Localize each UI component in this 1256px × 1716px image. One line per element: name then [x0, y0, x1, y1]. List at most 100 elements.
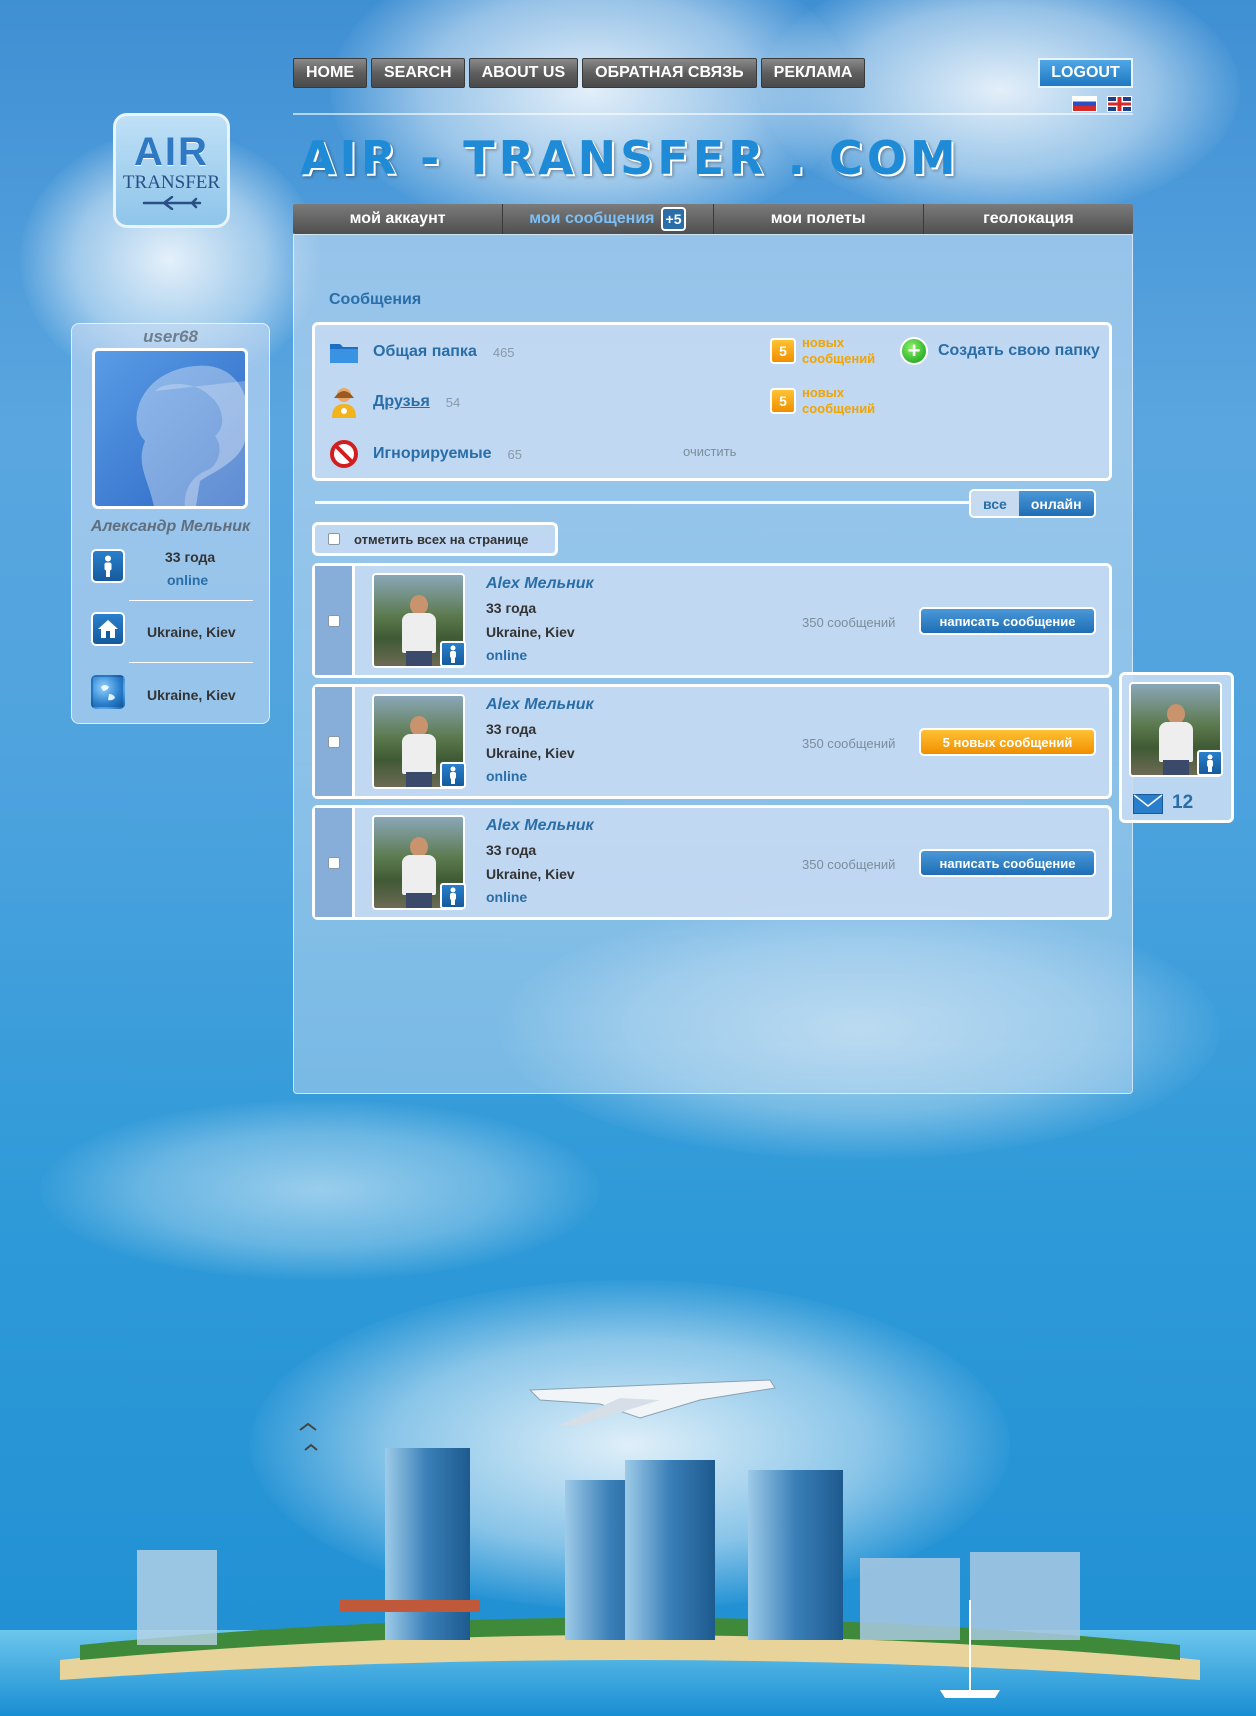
profile-age: 33 года [165, 549, 216, 565]
folder-count: 54 [445, 394, 461, 410]
contact-message-count: 350 сообщений [802, 736, 896, 751]
contact-row: Alex Мельник 33 года Ukraine, Kiev onlin… [312, 563, 1112, 678]
general-new-badge[interactable]: 5 новых сообщений [770, 335, 882, 367]
new-count: 5 [770, 338, 796, 364]
friends-icon [329, 387, 359, 418]
row-checkbox-cell [315, 687, 355, 796]
contact-message-count: 350 сообщений [802, 857, 896, 872]
create-folder-label: Создать свою папку [938, 342, 1100, 359]
filter-divider [315, 501, 971, 504]
profile-location: Ukraine, Kiev [147, 687, 236, 703]
tab-label: мой аккаунт [349, 210, 446, 227]
globe-icon [91, 675, 125, 709]
contact-name[interactable]: Alex Мельник [486, 817, 594, 835]
contact-age: 33 года [486, 600, 537, 616]
tab-my-messages[interactable]: мои сообщения +5 [503, 204, 714, 234]
male-gender-icon [440, 883, 466, 909]
messages-title: Сообщения [329, 291, 422, 308]
row-checkbox[interactable] [327, 856, 340, 869]
create-folder-button[interactable]: + Создать свою папку [900, 337, 1100, 365]
folder-general[interactable]: Общая папка 465 [329, 337, 515, 367]
folder-icon [329, 337, 359, 367]
contact-row: Alex Мельник 33 года Ukraine, Kiev onlin… [312, 684, 1112, 799]
profile-username: user68 [143, 327, 198, 346]
message-folders: Общая папка 465 Друзья 54 Игнорируемые 6… [312, 322, 1112, 481]
nav-feedback[interactable]: ОБРАТНАЯ СВЯЗЬ [582, 58, 757, 88]
select-all-checkbox[interactable] [328, 533, 340, 545]
filter-online-button[interactable]: онлайн [1018, 491, 1094, 516]
profile-avatar[interactable] [92, 348, 248, 509]
tab-my-flights[interactable]: мои полеты [714, 204, 924, 234]
new-label: новых сообщений [802, 385, 876, 416]
online-contact-popup[interactable]: 12 [1119, 672, 1234, 823]
contact-name[interactable]: Alex Мельник [486, 696, 594, 714]
contact-status: online [486, 647, 528, 663]
silhouette-icon [136, 365, 245, 506]
contact-filter: все онлайн [969, 489, 1096, 518]
friends-new-badge[interactable]: 5 новых сообщений [770, 385, 882, 417]
new-messages-badge: +5 [660, 207, 687, 231]
profile-home-city: Ukraine, Kiev [147, 624, 236, 640]
select-all-label: отметить всех на странице [354, 531, 529, 547]
envelope-icon [1133, 794, 1163, 814]
divider [129, 662, 253, 663]
uk-flag-icon[interactable] [1107, 96, 1132, 112]
tab-geolocation[interactable]: геолокация [924, 204, 1133, 234]
contact-status: online [486, 768, 528, 784]
russian-flag-icon[interactable] [1072, 96, 1097, 112]
nav-home[interactable]: HOME [293, 58, 367, 88]
folder-friends[interactable]: Друзья 54 [329, 387, 461, 418]
folder-name: Друзья [373, 393, 430, 410]
contact-city: Ukraine, Kiev [486, 866, 575, 882]
new-messages-button[interactable]: 5 новых сообщений [919, 728, 1096, 756]
row-checkbox-cell [315, 566, 355, 675]
home-icon [91, 612, 125, 646]
contact-city: Ukraine, Kiev [486, 624, 575, 640]
profile-full-name: Александр Мельник [90, 518, 251, 535]
airplane-icon [142, 195, 201, 210]
contact-city: Ukraine, Kiev [486, 745, 575, 761]
folder-name: Общая папка [373, 343, 477, 360]
contact-name[interactable]: Alex Мельник [486, 575, 594, 593]
top-nav: HOME SEARCH ABOUT US ОБРАТНАЯ СВЯЗЬ РЕКЛ… [293, 58, 866, 88]
write-message-button[interactable]: написать сообщение [919, 607, 1096, 635]
male-gender-icon [440, 762, 466, 788]
logo-text-transfer: TRANSFER [122, 171, 221, 193]
tab-my-account[interactable]: мой аккаунт [293, 204, 504, 234]
mail-count: 12 [1172, 792, 1194, 813]
contact-status: online [486, 889, 528, 905]
select-all-on-page[interactable]: отметить всех на странице [312, 522, 558, 556]
nav-advertising[interactable]: РЕКЛАМА [760, 58, 866, 88]
tab-label: мои сообщения [529, 210, 655, 227]
male-gender-icon [91, 549, 125, 583]
account-tabs: мой аккаунт мои сообщения +5 мои полеты … [293, 204, 1133, 234]
logo-text-air: AIR [134, 129, 209, 174]
new-label: новых сообщений [802, 335, 876, 366]
language-switcher [1072, 96, 1132, 112]
folder-ignored[interactable]: Игнорируемые 65 [329, 439, 522, 469]
nav-about-us[interactable]: ABOUT US [468, 58, 579, 88]
write-message-button[interactable]: написать сообщение [919, 849, 1096, 877]
site-logo[interactable]: AIR TRANSFER [113, 113, 230, 228]
tab-label: мои полеты [770, 210, 866, 227]
nav-search[interactable]: SEARCH [371, 58, 465, 88]
contact-age: 33 года [486, 842, 537, 858]
row-checkbox-cell [315, 808, 355, 917]
profile-sidebar: user68 Александр Мельник 33 года online … [71, 323, 270, 724]
row-checkbox[interactable] [327, 735, 340, 748]
male-gender-icon [440, 641, 466, 667]
filter-all-button[interactable]: все [971, 491, 1019, 516]
city-skyline-illustration [0, 1379, 1256, 1716]
plus-icon: + [900, 337, 928, 365]
contact-age: 33 года [486, 721, 537, 737]
male-gender-icon [1197, 750, 1223, 776]
folder-count: 65 [507, 446, 523, 462]
row-checkbox[interactable] [327, 614, 340, 627]
folder-name: Игнорируемые [373, 445, 492, 462]
divider [129, 600, 253, 601]
clear-ignored-link[interactable]: очистить [683, 444, 736, 459]
new-count: 5 [770, 388, 796, 414]
profile-status: online [167, 572, 209, 588]
logout-button[interactable]: LOGOUT [1038, 58, 1133, 88]
blocked-icon [329, 439, 359, 469]
